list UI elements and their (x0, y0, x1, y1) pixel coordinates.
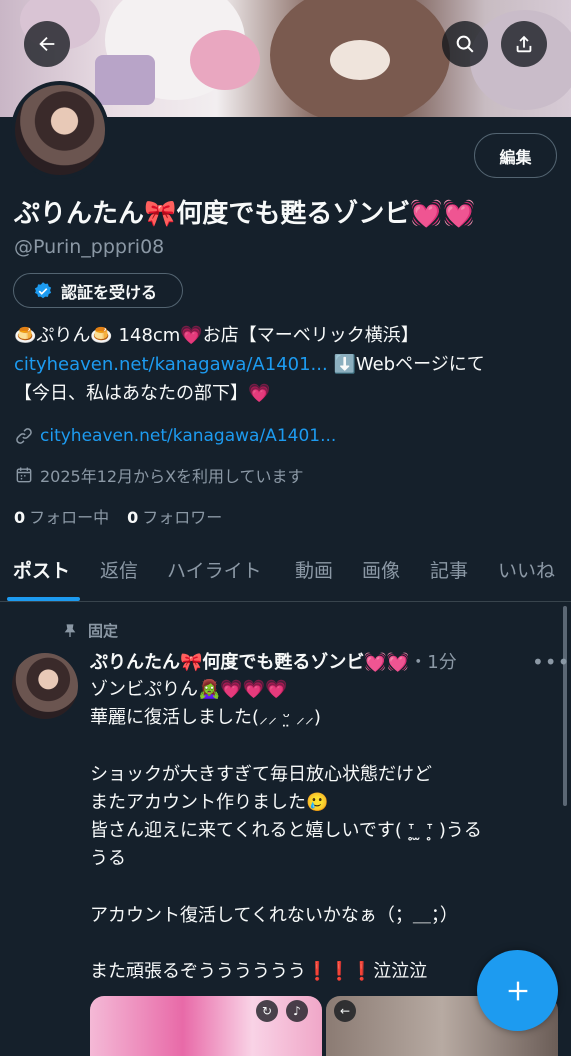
active-tab-indicator (7, 597, 80, 601)
share-icon (516, 35, 532, 53)
tab-articles[interactable]: 記事 (430, 556, 468, 583)
tab-images[interactable]: 画像 (362, 556, 400, 583)
post-line: 華麗に復活しました(⸝⸝ ᵕ̤ ⸝⸝) (90, 707, 321, 729)
post-author[interactable]: ぷりんたん🎀何度でも甦るゾンビ💓💓 (90, 652, 409, 673)
get-verified-label: 認証を受ける (61, 282, 158, 302)
bio-line-2: ⬇️Webページにて (327, 354, 485, 375)
arrow-left-icon (39, 36, 55, 52)
post-line (90, 733, 550, 761)
user-handle: @Purin_pppri08 (14, 236, 165, 258)
calendar-icon (16, 467, 32, 483)
post-line: アカウント復活してくれないかなぁ（；＿；） (90, 904, 458, 926)
bio-line-3: 【今日、私はあなたの部下】💗 (14, 383, 271, 404)
post-text: ゾンビぷりん🧟‍♀️💗💗💗 華麗に復活しました(⸝⸝ ᵕ̤ ⸝⸝) ショックが大… (90, 676, 550, 986)
website-link[interactable]: cityheaven.net/kanagawa/A1401... (40, 426, 336, 446)
post-line (90, 930, 550, 958)
display-name: ぷりんたん🎀何度でも甦るゾンビ💓💓 (14, 199, 476, 229)
website-row: cityheaven.net/kanagawa/A1401... (14, 426, 336, 446)
bio-link[interactable]: cityheaven.net/kanagawa/A1401... (14, 354, 328, 375)
post-line: またアカウント作りました🥲 (90, 791, 329, 813)
follow-stats: 0 フォロー中 0 フォロワー (14, 504, 222, 528)
joined-date: 2025年12月からXを利用しています (40, 467, 304, 486)
back-icon[interactable]: ← (334, 1000, 356, 1022)
search-button[interactable] (442, 21, 488, 67)
edit-profile-button[interactable]: 編集 (474, 133, 557, 178)
post-line: ゾンビぷりん🧟‍♀️💗💗💗 (90, 679, 288, 700)
bio-line-1: 🍮ぷりん🍮 148cm💗お店【マーベリック横浜】 (14, 325, 419, 346)
sound-icon[interactable]: ♪ (286, 1000, 308, 1022)
tab-likes[interactable]: いいね (498, 556, 555, 583)
pin-icon (64, 623, 76, 637)
joined-row: 2025年12月からXを利用しています (14, 463, 304, 487)
compose-post-button[interactable] (477, 950, 558, 1031)
post-avatar[interactable] (12, 653, 78, 719)
refresh-icon[interactable]: ↻ (256, 1000, 278, 1022)
tab-replies[interactable]: 返信 (100, 556, 138, 583)
post-time: ・1分 (409, 652, 457, 673)
plus-icon (508, 981, 527, 1000)
tab-highlights[interactable]: ハイライト (167, 556, 262, 583)
pinned-label: 固定 (88, 622, 119, 640)
tab-posts[interactable]: ポスト (13, 556, 70, 583)
profile-bio: 🍮ぷりん🍮 148cm💗お店【マーベリック横浜】 cityheaven.net/… (14, 321, 559, 408)
back-button[interactable] (24, 21, 70, 67)
pinned-indicator: 固定 (62, 620, 118, 641)
tab-videos[interactable]: 動画 (295, 556, 333, 583)
profile-avatar[interactable] (11, 81, 109, 179)
post-line: ショックが大きすぎて毎日放心状態だけど (90, 763, 432, 785)
post-header: ぷりんたん🎀何度でも甦るゾンビ💓💓・1分 (90, 648, 457, 674)
get-verified-button[interactable]: 認証を受ける (13, 273, 183, 308)
followers-stat[interactable]: 0 フォロワー (127, 504, 222, 528)
search-icon (456, 35, 474, 53)
following-stat[interactable]: 0 フォロー中 (14, 504, 109, 528)
profile-tabs: ポスト 返信 ハイライト 動画 画像 記事 いいね (0, 548, 571, 602)
post-line: うる (90, 848, 126, 870)
scrollbar[interactable] (563, 606, 567, 806)
post-line: 皆さん迎えに来てくれると嬉しいです( ᐪ̥ ̫ ᐪ̥ )うる (90, 820, 482, 842)
verified-badge-icon (34, 281, 52, 298)
post-line (90, 874, 550, 902)
share-button[interactable] (501, 21, 547, 67)
link-icon (16, 428, 32, 444)
post-image[interactable]: ↻ ♪ (90, 996, 322, 1056)
